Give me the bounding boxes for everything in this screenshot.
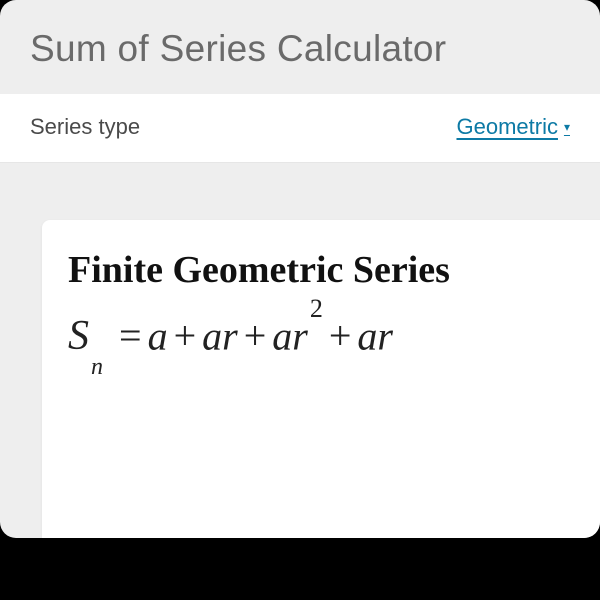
eq-plus-1: +	[174, 313, 197, 358]
series-type-row: Series type Geometric ▾	[0, 94, 600, 163]
calculator-card: Sum of Series Calculator Series type Geo…	[0, 0, 600, 538]
eq-equals: =	[119, 313, 142, 358]
eq-plus-3: +	[329, 313, 352, 358]
eq-ar-3: ar	[357, 313, 393, 358]
page-title: Sum of Series Calculator	[0, 0, 600, 94]
eq-plus-2: +	[244, 313, 267, 358]
formula-heading: Finite Geometric Series	[68, 248, 600, 292]
formula-equation: Sn=a+ar+ar2+ar	[68, 314, 600, 363]
series-type-select[interactable]: Geometric ▾	[456, 114, 570, 140]
series-type-value: Geometric	[456, 114, 557, 140]
series-type-label: Series type	[30, 114, 140, 140]
eq-sup-2: 2	[310, 294, 323, 323]
formula-panel: Finite Geometric Series Sn=a+ar+ar2+ar	[42, 220, 600, 538]
eq-sub-n: n	[91, 354, 103, 380]
eq-ar-2: ar	[272, 313, 308, 358]
eq-S: S	[68, 313, 89, 359]
eq-a: a	[148, 313, 168, 358]
chevron-down-icon: ▾	[564, 120, 570, 134]
eq-ar-1: ar	[202, 313, 238, 358]
